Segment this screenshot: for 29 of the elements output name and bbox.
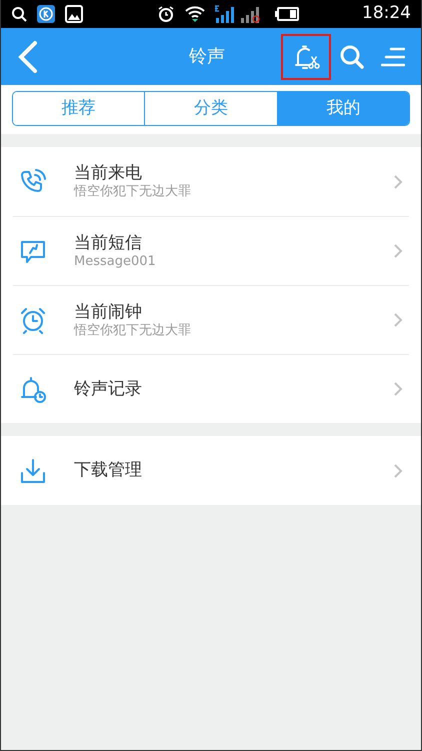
alarm-clock-icon [19, 306, 47, 334]
item-title: 下载管理 [74, 459, 142, 482]
bell-clock-icon [19, 375, 47, 403]
battery-icon [274, 7, 298, 21]
alarm-icon [156, 5, 174, 23]
app-icon [37, 5, 55, 23]
ringtone-cut-button[interactable] [281, 34, 331, 80]
item-title: 当前短信 [74, 232, 143, 254]
item-title: 铃声记录 [74, 378, 142, 400]
search-icon [339, 44, 365, 70]
item-title: 当前来电 [74, 162, 143, 184]
download-icon [19, 456, 47, 484]
chevron-icon [393, 462, 403, 478]
page-title: 铃声 [189, 45, 225, 69]
search-icon [11, 6, 27, 22]
chevron-icon [393, 174, 403, 190]
clock-time: 18:24 [362, 2, 411, 26]
chevron-icon [393, 312, 403, 328]
item-title: 当前闹钟 [74, 300, 143, 323]
item-subtitle: 悟空你犯下无边大罪 [74, 322, 191, 340]
item-subtitle: Message001 [74, 254, 156, 270]
wifi-icon [184, 6, 204, 22]
chevron-icon [393, 381, 403, 397]
chevron-icon [393, 243, 403, 259]
menu-icon [381, 46, 405, 68]
back-icon [17, 40, 39, 74]
bell-scissors-icon [292, 42, 320, 70]
item-subtitle: 悟空你犯下无边大罪 [74, 184, 191, 201]
image-icon [65, 5, 83, 23]
